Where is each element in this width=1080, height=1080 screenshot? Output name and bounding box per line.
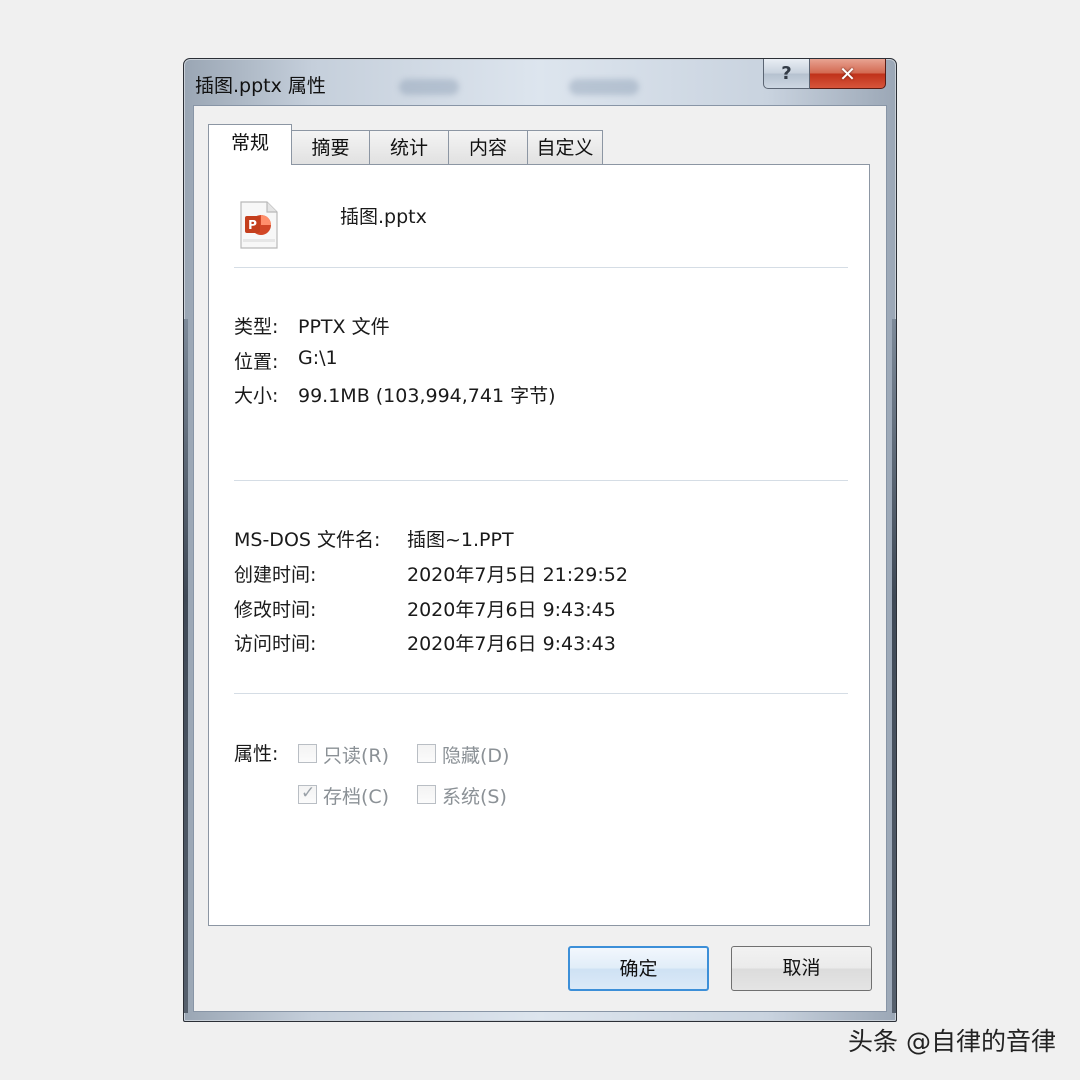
msdos-name-value: 插图~1.PPT <box>407 529 514 551</box>
caption-buttons: ? ✕ <box>763 59 886 90</box>
title-bar[interactable]: 插图.pptx 属性 ? ✕ <box>184 59 896 105</box>
window-title: 插图.pptx 属性 <box>195 75 326 97</box>
accessed-label: 访问时间: <box>234 633 317 655</box>
help-icon: ? <box>781 63 792 84</box>
watermark: 头条 @自律的音律 <box>848 1027 1056 1056</box>
tab-custom[interactable]: 自定义 <box>527 130 603 164</box>
svg-text:P: P <box>248 218 257 232</box>
modified-label: 修改时间: <box>234 599 317 621</box>
size-value: 99.1MB (103,994,741 字节) <box>298 385 556 407</box>
hidden-label: 隐藏(D) <box>442 745 510 767</box>
readonly-checkbox[interactable] <box>298 744 317 763</box>
tab-contents[interactable]: 内容 <box>448 130 528 164</box>
created-label: 创建时间: <box>234 564 317 586</box>
ok-button[interactable]: 确定 <box>568 946 709 991</box>
powerpoint-file-icon: P <box>240 201 278 249</box>
location-value: G:\1 <box>298 347 338 369</box>
size-label: 大小: <box>234 385 279 407</box>
blurred-background-text <box>399 79 459 95</box>
system-checkbox[interactable] <box>417 785 436 804</box>
location-label: 位置: <box>234 351 279 373</box>
general-panel: P 插图.pptx 类型: PPTX 文件 位置: G:\1 大小: 99.1M… <box>208 164 870 926</box>
attributes-label: 属性: <box>234 743 279 765</box>
properties-dialog: 插图.pptx 属性 ? ✕ 常规 摘要 统计 内容 自定义 P 插图.pptx… <box>183 58 897 1022</box>
checkmark-icon: ✓ <box>301 783 316 803</box>
cancel-button[interactable]: 取消 <box>731 946 872 991</box>
help-button[interactable]: ? <box>763 59 810 89</box>
tab-summary[interactable]: 摘要 <box>291 130 370 164</box>
close-button[interactable]: ✕ <box>810 59 886 89</box>
file-name: 插图.pptx <box>340 206 427 228</box>
close-icon: ✕ <box>839 61 856 86</box>
tab-general[interactable]: 常规 <box>208 124 292 165</box>
archive-checkbox[interactable]: ✓ <box>298 783 317 804</box>
divider <box>234 693 848 694</box>
divider <box>234 480 848 481</box>
tab-statistics[interactable]: 统计 <box>369 130 449 164</box>
type-label: 类型: <box>234 316 279 338</box>
readonly-label: 只读(R) <box>323 745 390 767</box>
system-label: 系统(S) <box>442 786 507 808</box>
accessed-value: 2020年7月6日 9:43:43 <box>407 633 616 655</box>
type-value: PPTX 文件 <box>298 316 390 338</box>
hidden-checkbox[interactable] <box>417 744 436 763</box>
divider <box>234 267 848 268</box>
created-value: 2020年7月5日 21:29:52 <box>407 564 628 586</box>
modified-value: 2020年7月6日 9:43:45 <box>407 599 616 621</box>
archive-label: 存档(C) <box>323 786 390 808</box>
dialog-client-area: 常规 摘要 统计 内容 自定义 P 插图.pptx 类型: PPTX 文件 位置… <box>193 105 887 1012</box>
msdos-name-label: MS-DOS 文件名: <box>234 529 381 551</box>
blurred-background-text <box>569 79 639 95</box>
